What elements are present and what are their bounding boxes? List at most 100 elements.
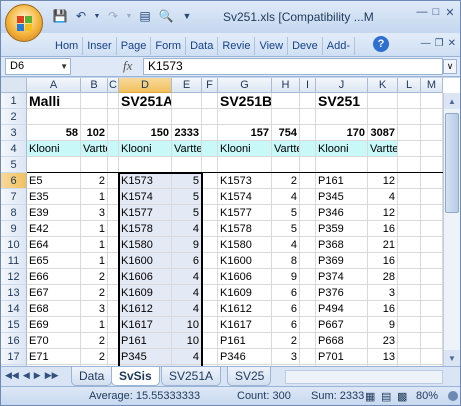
cell-M12[interactable] <box>421 269 443 285</box>
cell-A17[interactable]: E71 <box>27 349 81 365</box>
row-header-13[interactable]: 13 <box>1 285 27 301</box>
cell-G4[interactable]: Klooni <box>218 141 272 157</box>
cell-J12[interactable]: P374 <box>316 269 368 285</box>
cell-J6[interactable]: P161 <box>316 173 368 189</box>
cell-K3[interactable]: 3087 <box>368 125 398 141</box>
first-sheet-icon[interactable]: ◀◀ <box>5 370 19 381</box>
cell-G12[interactable]: K1606 <box>218 269 272 285</box>
cell-C10[interactable] <box>108 237 119 253</box>
cell-F11[interactable] <box>202 253 218 269</box>
row-header-8[interactable]: 8 <box>1 205 27 221</box>
row-header-7[interactable]: 7 <box>1 189 27 205</box>
cell-H2[interactable] <box>272 109 300 125</box>
tab-add-ins[interactable]: Add- <box>323 37 356 55</box>
worksheet-grid[interactable]: A B C D E F G H I J K L M 1 Malli SV251A SV251B SV251 2 3 58… <box>1 78 460 366</box>
sheet-tab-data[interactable]: Data <box>71 367 113 386</box>
cell-I4[interactable] <box>300 141 316 157</box>
cell-C12[interactable] <box>108 269 119 285</box>
cell-C8[interactable] <box>108 205 119 221</box>
cell-B10[interactable]: 1 <box>81 237 108 253</box>
row-header-1[interactable]: 1 <box>1 93 27 109</box>
cell-A9[interactable]: E42 <box>27 221 81 237</box>
cell-A12[interactable]: E66 <box>27 269 81 285</box>
cell-H1[interactable] <box>272 93 300 109</box>
cell-K7[interactable]: 4 <box>368 189 398 205</box>
row-header-16[interactable]: 16 <box>1 333 27 349</box>
view-layout-icon[interactable]: ▤ <box>381 390 391 403</box>
cell-J16[interactable]: P668 <box>316 333 368 349</box>
cell-F7[interactable] <box>202 189 218 205</box>
cell-K9[interactable]: 16 <box>368 221 398 237</box>
cell-H4[interactable]: Vartteita <box>272 141 300 157</box>
cell-B12[interactable]: 2 <box>81 269 108 285</box>
column-header-F[interactable]: F <box>202 78 218 93</box>
cell-F8[interactable] <box>202 205 218 221</box>
cell-L12[interactable] <box>398 269 421 285</box>
cell-I15[interactable] <box>300 317 316 333</box>
cell-G1[interactable]: SV251B <box>218 93 272 109</box>
cell-H13[interactable]: 6 <box>272 285 300 301</box>
cell-B5[interactable] <box>81 157 108 173</box>
row-header-6[interactable]: 6 <box>1 173 27 189</box>
view-normal-icon[interactable]: ▦ <box>365 390 375 403</box>
cell-D12[interactable]: K1606 <box>119 269 172 285</box>
cell-L13[interactable] <box>398 285 421 301</box>
cell-C1[interactable] <box>108 93 119 109</box>
cell-C3[interactable] <box>108 125 119 141</box>
cell-A8[interactable]: E39 <box>27 205 81 221</box>
row-header-17[interactable]: 17 <box>1 349 27 365</box>
cell-E5[interactable] <box>172 157 202 173</box>
cell-M17[interactable] <box>421 349 443 365</box>
cell-M15[interactable] <box>421 317 443 333</box>
cell-H12[interactable]: 9 <box>272 269 300 285</box>
column-header-E[interactable]: E <box>172 78 202 93</box>
cell-C7[interactable] <box>108 189 119 205</box>
cell-D15[interactable]: K1617 <box>119 317 172 333</box>
cell-L15[interactable] <box>398 317 421 333</box>
undo-dropdown-icon[interactable]: ▼ <box>93 7 101 25</box>
row-header-3[interactable]: 3 <box>1 125 27 141</box>
cell-B3[interactable]: 102 <box>81 125 108 141</box>
cell-H3[interactable]: 754 <box>272 125 300 141</box>
cell-K10[interactable]: 21 <box>368 237 398 253</box>
cell-F6[interactable] <box>202 173 218 189</box>
cell-E9[interactable]: 4 <box>172 221 202 237</box>
cell-M11[interactable] <box>421 253 443 269</box>
cell-E7[interactable]: 5 <box>172 189 202 205</box>
cell-M8[interactable] <box>421 205 443 221</box>
cell-L14[interactable] <box>398 301 421 317</box>
cell-B6[interactable]: 2 <box>81 173 108 189</box>
row-header-9[interactable]: 9 <box>1 221 27 237</box>
cell-B7[interactable]: 1 <box>81 189 108 205</box>
cell-M5[interactable] <box>421 157 443 173</box>
cell-K6[interactable]: 12 <box>368 173 398 189</box>
cell-L1[interactable] <box>398 93 421 109</box>
column-header-K[interactable]: K <box>368 78 398 93</box>
cell-G10[interactable]: K1580 <box>218 237 272 253</box>
cell-A16[interactable]: E70 <box>27 333 81 349</box>
cell-D17[interactable]: P345 <box>119 349 172 365</box>
maximize-window-icon[interactable]: □ <box>430 6 442 20</box>
cell-C15[interactable] <box>108 317 119 333</box>
cell-L4[interactable] <box>398 141 421 157</box>
cell-F14[interactable] <box>202 301 218 317</box>
cell-J8[interactable]: P346 <box>316 205 368 221</box>
column-header-H[interactable]: H <box>272 78 300 93</box>
cell-E1[interactable] <box>172 93 202 109</box>
row-header-14[interactable]: 14 <box>1 301 27 317</box>
cell-L3[interactable] <box>398 125 421 141</box>
cell-K12[interactable]: 28 <box>368 269 398 285</box>
redo-dropdown-icon[interactable]: ▼ <box>125 7 133 25</box>
view-pagebreak-icon[interactable]: ▩ <box>397 390 407 403</box>
cell-F17[interactable] <box>202 349 218 365</box>
cell-J10[interactable]: P368 <box>316 237 368 253</box>
cell-L5[interactable] <box>398 157 421 173</box>
cell-E17[interactable]: 4 <box>172 349 202 365</box>
cell-C16[interactable] <box>108 333 119 349</box>
cell-F9[interactable] <box>202 221 218 237</box>
cell-G8[interactable]: K1577 <box>218 205 272 221</box>
formula-input[interactable]: K1573 <box>143 58 443 75</box>
name-box[interactable]: D6 ▼ <box>5 58 71 75</box>
select-all-corner[interactable] <box>1 78 27 93</box>
cell-C6[interactable] <box>108 173 119 189</box>
